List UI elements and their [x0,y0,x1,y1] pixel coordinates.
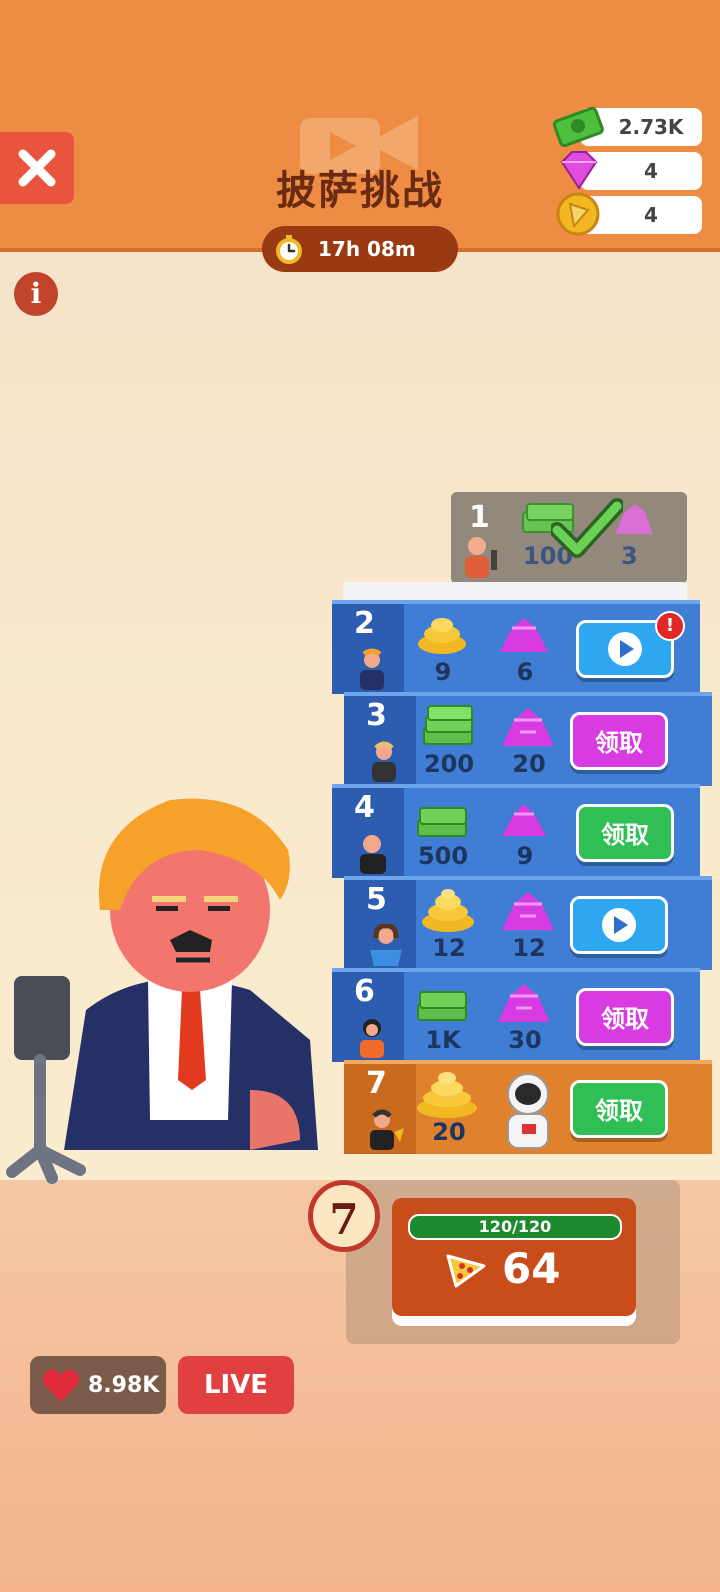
tier-7-reward-coins: 20 [432,1118,466,1146]
likes-value: 8.98K [88,1372,160,1398]
tier-6-reward-cash: 1K [425,1026,461,1054]
suit-man-avatar-icon [360,648,384,690]
claim-button[interactable]: 领取 [576,988,674,1046]
cash-stack-icon [417,991,467,1021]
tier-3-row: 3 200 20 领取 [344,692,712,786]
gem-counter: 4 [560,151,702,190]
play-icon [602,908,636,942]
watch-ad-button[interactable] [570,896,668,954]
cash-counter: 2.73K [552,106,702,148]
chef-avatar-icon [370,1109,404,1150]
claim-button[interactable]: 领取 [570,1080,668,1138]
pizza-count: 64 [502,1244,561,1293]
cash-stack-icon [417,807,467,837]
tier-2-row: 2 9 6 ! [332,600,700,694]
woman-avatar-icon [370,924,402,966]
tier-1-reward-gems: 3 [621,542,638,570]
heart-icon [42,1369,80,1402]
stopwatch-icon [276,235,302,264]
tier-5-row: 5 12 12 [344,876,712,970]
tier-5-reward-gems: 12 [512,934,546,962]
tier-5-reward-coins: 12 [432,934,466,962]
tier-2-reward-coins: 9 [434,658,452,686]
tier-6-level: 6 [354,974,375,1009]
tier-7-row: 7 20 领取 [344,1060,712,1154]
gem-value: 4 [644,159,658,183]
cash-value: 2.73K [618,115,684,139]
info-button[interactable]: i [14,272,58,316]
info-icon: i [30,277,42,310]
coin-pile-icon [422,889,474,932]
tier-4-row: 4 500 9 领取 [332,784,700,878]
astronaut-icon [507,1073,549,1149]
play-icon [608,632,642,666]
tier-5-level: 5 [366,882,387,917]
timer-text: 17h 08m [318,237,416,261]
bald-man-avatar-icon [360,835,386,874]
tier-1-level: 1 [469,500,490,535]
cash-stack-icon [423,705,473,745]
coin-pile-icon [417,1072,477,1118]
pizza-coin-icon [556,192,600,236]
tier-4-reward-cash: 500 [417,842,469,870]
gem-pile-icon [502,708,554,746]
tier-3-reward-gems: 20 [512,750,546,778]
checkmark-icon [551,498,623,558]
pizza-slice-icon [446,1254,486,1288]
tier-4-level: 4 [354,790,375,825]
likes-counter: 8.98K [30,1356,166,1414]
event-timer: 17h 08m [262,226,458,272]
watch-ad-button[interactable]: ! [576,611,685,678]
tier-3-level: 3 [366,698,387,733]
tier-2-level: 2 [354,606,375,641]
alert-badge: ! [655,611,685,641]
pizza-coin-value: 4 [644,203,658,227]
claim-button[interactable]: 领取 [576,804,674,862]
pizza-card[interactable]: 120/120 64 [392,1198,636,1316]
pizza-progress-bar: 120/120 [408,1214,622,1240]
streamer-character [6,798,318,1184]
live-button[interactable]: LIVE [178,1356,294,1414]
reporter-avatar-icon [465,537,497,578]
gem-pile-icon [500,618,548,652]
top-bar: 披萨挑战 2.73K 4 4 [0,0,720,252]
tier-6-reward-gems: 30 [508,1026,542,1054]
gem-pile-icon [502,804,546,836]
pizza-coin-counter: 4 [556,192,702,236]
gem-pile-icon [502,892,554,930]
tier-6-row: 6 1K 30 领取 [332,968,700,1062]
blonde-man-avatar-icon [372,741,396,782]
tier-2-reward-gems: 6 [516,658,534,686]
tier-7-level: 7 [366,1066,387,1101]
coin-pile-icon [418,618,466,654]
tier-1-card: 1 100 3 [451,492,687,584]
claim-button[interactable]: 领取 [570,712,668,770]
gem-pile-icon [498,984,550,1022]
pizza-level-badge: 7 [308,1180,380,1252]
orange-shirt-avatar-icon [360,1019,384,1058]
tier-4-reward-gems: 9 [516,842,534,870]
tier-3-reward-cash: 200 [423,750,475,778]
